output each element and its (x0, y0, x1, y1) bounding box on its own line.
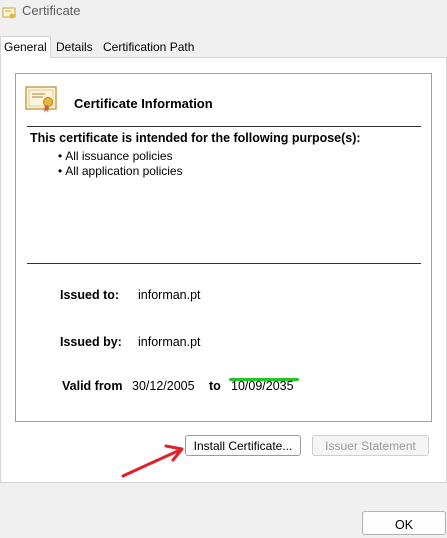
purpose-item: All application policies (58, 164, 182, 179)
valid-from-label: Valid from (62, 379, 123, 393)
valid-from-value: 30/12/2005 (132, 379, 195, 393)
valid-to-value: 10/09/2035 (231, 379, 294, 393)
issuer-statement-button[interactable]: Issuer Statement (312, 435, 429, 456)
issued-to-value: informan.pt (138, 288, 201, 302)
issued-by-value: informan.pt (138, 335, 201, 349)
tab-strip: General Details Certification Path (0, 36, 447, 58)
divider (27, 263, 421, 264)
tab-details[interactable]: Details (53, 38, 96, 57)
tab-certification-path[interactable]: Certification Path (100, 38, 197, 57)
highlight-underline (229, 378, 299, 381)
window-title: Certificate (22, 3, 81, 18)
certificate-icon (25, 86, 57, 113)
valid-to-label: to (209, 379, 221, 393)
certificate-info-title: Certificate Information (74, 96, 213, 111)
purpose-heading: This certificate is intended for the fol… (30, 131, 361, 145)
arrow-annotation-icon (121, 444, 184, 478)
issued-by-label: Issued by: (60, 335, 122, 349)
issued-to-label: Issued to: (60, 288, 120, 302)
purpose-list: All issuance policies All application po… (58, 149, 183, 179)
install-certificate-button[interactable]: Install Certificate... (185, 435, 301, 456)
certificate-info-box: Certificate Information This certificate… (15, 73, 432, 422)
title-bar: Certificate (0, 0, 447, 26)
tab-general[interactable]: General (0, 36, 51, 58)
general-tab-panel: Certificate Information This certificate… (0, 57, 447, 483)
purpose-item: All issuance policies (58, 149, 183, 164)
certificate-icon (2, 7, 16, 19)
divider (27, 126, 421, 127)
ok-button[interactable]: OK (362, 511, 446, 535)
